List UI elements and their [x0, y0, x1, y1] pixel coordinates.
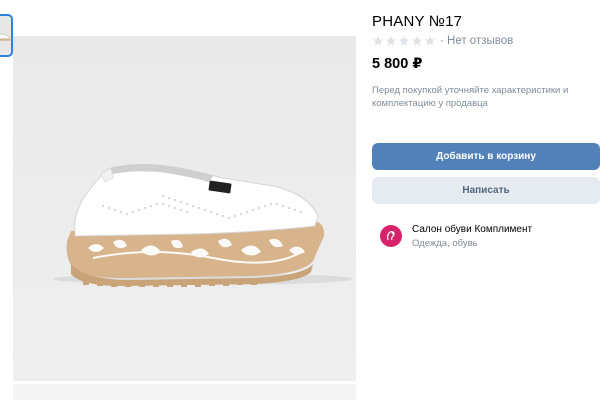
reviews-link[interactable]: · Нет отзывов — [440, 35, 513, 47]
shoe-thumbnail-icon — [0, 33, 11, 41]
thumbnail-strip — [0, 14, 14, 57]
seller-avatar[interactable] — [380, 225, 402, 247]
product-price: 5 800 ₽ — [372, 56, 423, 72]
rating-stars — [372, 35, 436, 47]
product-title: PHANY №17 — [372, 13, 463, 30]
star-icon — [411, 35, 423, 47]
message-seller-button[interactable]: Написать — [372, 177, 600, 204]
seller-note: Перед покупкой уточняйте характеристики … — [372, 85, 569, 109]
seller-name[interactable]: Салон обуви Комплимент — [412, 223, 532, 236]
thumbnail-selected[interactable] — [0, 14, 13, 57]
seller-avatar-icon — [387, 231, 395, 241]
seller-category: Одежда, обувь — [412, 238, 478, 249]
star-icon — [372, 35, 384, 47]
star-icon — [398, 35, 410, 47]
seller-card[interactable]: Салон обуви Комплимент Одежда, обувь — [380, 223, 532, 250]
product-image[interactable] — [13, 36, 356, 381]
shoe-image — [13, 36, 356, 381]
star-icon — [385, 35, 397, 47]
rating-row[interactable]: · Нет отзывов — [372, 35, 513, 47]
add-to-cart-button[interactable]: Добавить в корзину — [372, 143, 600, 170]
image-gallery-footer — [13, 384, 356, 400]
seller-info: Салон обуви Комплимент Одежда, обувь — [412, 223, 532, 250]
product-page: PHANY №17 · Нет отзывов 5 800 ₽ Перед по… — [0, 0, 600, 400]
star-icon — [424, 35, 436, 47]
